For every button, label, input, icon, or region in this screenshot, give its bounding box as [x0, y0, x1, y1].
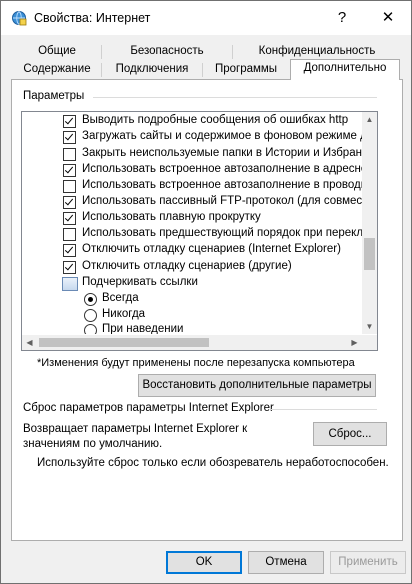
tab-security[interactable]: Безопасность — [102, 43, 232, 61]
settings-list[interactable]: Выводить подробные сообщения об ошибках … — [21, 111, 378, 351]
help-button[interactable]: ? — [319, 1, 365, 35]
checkbox[interactable] — [63, 196, 76, 209]
reset-divider — [271, 409, 377, 410]
checkbox[interactable] — [63, 180, 76, 193]
restart-note: *Изменения будут применены после перезап… — [37, 357, 355, 369]
reset-note: Используйте сброс только если обозревате… — [37, 457, 389, 469]
checkbox[interactable] — [63, 228, 76, 241]
checkbox[interactable] — [63, 261, 76, 274]
scroll-right-icon[interactable]: ▶ — [347, 335, 362, 350]
horizontal-scroll-thumb[interactable] — [39, 338, 209, 347]
scroll-up-icon[interactable]: ▲ — [362, 112, 377, 127]
internet-options-icon — [12, 11, 27, 26]
tab-advanced[interactable]: Дополнительно — [290, 59, 400, 80]
vertical-scrollbar[interactable]: ▲ ▼ — [362, 112, 377, 334]
horizontal-scrollbar[interactable]: ◀ ▶ — [22, 335, 362, 350]
vertical-scroll-thumb[interactable] — [364, 238, 375, 270]
checkbox[interactable] — [63, 164, 76, 177]
tab-general[interactable]: Общие — [13, 43, 101, 61]
ok-button[interactable]: OK — [166, 551, 242, 574]
reset-button[interactable]: Сброс... — [313, 422, 387, 446]
restore-advanced-settings-button[interactable]: Восстановить дополнительные параметры — [138, 374, 376, 397]
tab-content[interactable]: Содержание — [13, 61, 101, 79]
checkbox[interactable] — [63, 115, 76, 128]
cancel-button[interactable]: Отмена — [248, 551, 324, 574]
title-bar: Свойства: Интернет ? ✕ — [1, 1, 411, 35]
tab-programs[interactable]: Программы — [203, 61, 289, 79]
scroll-left-icon[interactable]: ◀ — [22, 335, 37, 350]
radio-button[interactable] — [84, 324, 97, 334]
checkbox[interactable] — [63, 148, 76, 161]
settings-group-label: Параметры — [23, 90, 85, 102]
radio-button[interactable] — [84, 309, 97, 322]
apply-button[interactable]: Применить — [330, 551, 406, 574]
window-title: Свойства: Интернет — [34, 11, 151, 25]
group-divider — [93, 97, 377, 98]
tab-connections[interactable]: Подключения — [102, 61, 202, 79]
checkbox[interactable] — [63, 212, 76, 225]
checkbox[interactable] — [63, 131, 76, 144]
internet-properties-dialog: Свойства: Интернет ? ✕ Общие Безопасност… — [0, 0, 412, 584]
radio-button[interactable] — [84, 293, 97, 306]
reset-group-label: Сброс параметров параметры Internet Expl… — [23, 402, 274, 414]
scroll-down-icon[interactable]: ▼ — [362, 319, 377, 334]
link-settings-icon — [62, 277, 78, 291]
reset-description: Возвращает параметры Internet Explorer к… — [23, 423, 248, 450]
close-button[interactable]: ✕ — [365, 1, 411, 35]
checkbox[interactable] — [63, 244, 76, 257]
